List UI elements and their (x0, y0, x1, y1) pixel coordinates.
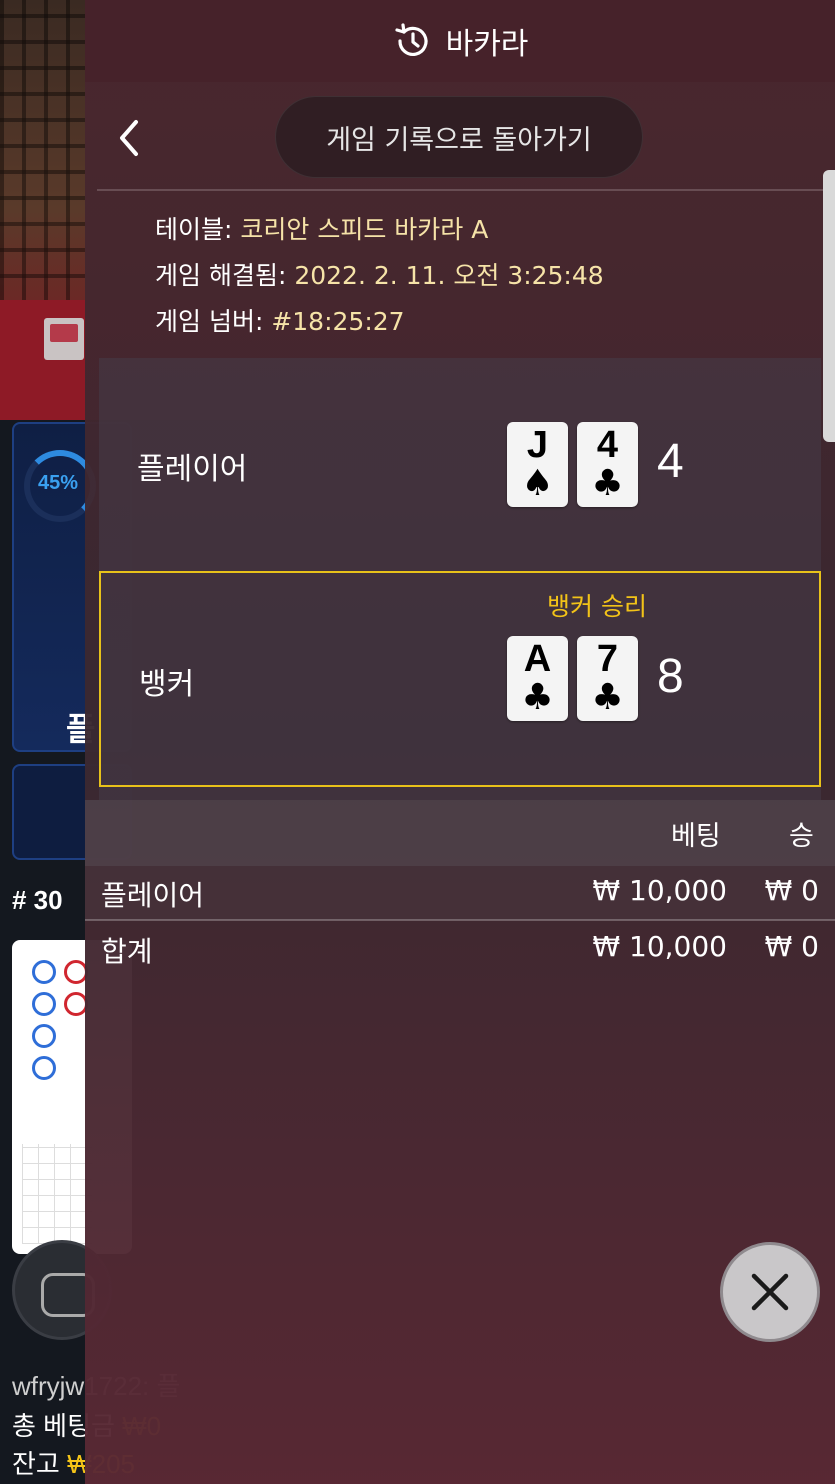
road-circle-player (32, 992, 56, 1016)
win-column-header: 승 (789, 821, 814, 852)
road-circle-player (32, 1024, 56, 1048)
divider (97, 189, 825, 191)
playing-card: A ♣ (507, 636, 568, 721)
bet-row-label: 플레이어 (101, 879, 205, 912)
card-shoe-icon (44, 318, 84, 360)
panel-header: 바카라 (85, 0, 835, 82)
road-circle-player (32, 960, 56, 984)
bet-column-header: 베팅 (671, 821, 721, 852)
banker-label: 뱅커 (139, 667, 195, 702)
card-rank: 4 (596, 424, 619, 466)
card-rank: A (523, 638, 552, 680)
bet-row-amount: ₩ 10,000 (592, 930, 727, 963)
playing-card: 4 ♣ (577, 422, 638, 507)
bet-row-win: ₩ 0 (764, 874, 819, 907)
bet-row-win: ₩ 0 (764, 930, 819, 963)
round-number: # 30 (12, 885, 63, 915)
balance-label: 잔고 (12, 1449, 60, 1479)
info-resolved-label: 게임 해결됨: (155, 261, 287, 290)
scrollbar[interactable] (823, 170, 835, 442)
club-icon: ♣ (591, 677, 624, 718)
big-road-grid (22, 1144, 92, 1244)
game-history-panel: 바카라 게임 기록으로 돌아가기 테이블: 코리안 스피드 바카라 A 게임 해… (85, 0, 835, 1484)
game-result: 플레이어 J ♠ 4 ♣ 4 뱅커 승리 뱅커 A ♣ 7 ♣ 8 (99, 358, 821, 800)
bet-table-header: 베팅 승 (85, 800, 835, 866)
info-table-label: 테이블: (155, 215, 233, 244)
info-table: 테이블: 코리안 스피드 바카라 A (155, 210, 604, 256)
game-info: 테이블: 코리안 스피드 바카라 A 게임 해결됨: 2022. 2. 11. … (155, 210, 604, 348)
back-button[interactable] (107, 112, 151, 164)
playing-card: 7 ♣ (577, 636, 638, 721)
info-resolved: 게임 해결됨: 2022. 2. 11. 오전 3:25:48 (155, 256, 604, 302)
road-circle-player (32, 1056, 56, 1080)
divider (85, 919, 835, 921)
player-label: 플레이어 (137, 452, 248, 487)
table-row: 플레이어 ₩ 10,000 ₩ 0 (85, 866, 835, 920)
bet-row-amount: ₩ 10,000 (592, 874, 727, 907)
club-icon: ♣ (591, 463, 624, 504)
playing-card: J ♠ (507, 422, 568, 507)
banker-score: 8 (657, 650, 684, 703)
info-number-label: 게임 넘버: (155, 307, 264, 336)
history-icon (394, 23, 428, 56)
stat-percent: 45% (38, 472, 79, 494)
panel-title: 바카라 (445, 27, 529, 62)
lattice-window-decoration (0, 0, 85, 330)
info-table-value: 코리안 스피드 바카라 A (240, 215, 489, 244)
spade-icon: ♠ (521, 463, 554, 504)
card-rank: J (526, 424, 549, 466)
card-rank: 7 (596, 638, 619, 680)
close-button[interactable] (720, 1242, 820, 1342)
info-number: 게임 넘버: #18:25:27 (155, 302, 604, 348)
bet-row-label: 합계 (101, 935, 153, 968)
info-resolved-value: 2022. 2. 11. 오전 3:25:48 (294, 261, 604, 290)
table-row: 합계 ₩ 10,000 ₩ 0 (85, 922, 835, 976)
chevron-left-icon (120, 120, 138, 156)
club-icon: ♣ (521, 677, 554, 718)
player-score: 4 (657, 435, 684, 488)
close-icon (751, 1273, 789, 1311)
player-hand: 플레이어 J ♠ 4 ♣ 4 (99, 358, 821, 570)
banker-hand: 뱅커 승리 뱅커 A ♣ 7 ♣ 8 (99, 571, 821, 787)
info-number-value: #18:25:27 (271, 307, 405, 336)
back-to-history-button[interactable]: 게임 기록으로 돌아가기 (275, 96, 643, 178)
winner-label: 뱅커 승리 (547, 592, 647, 621)
